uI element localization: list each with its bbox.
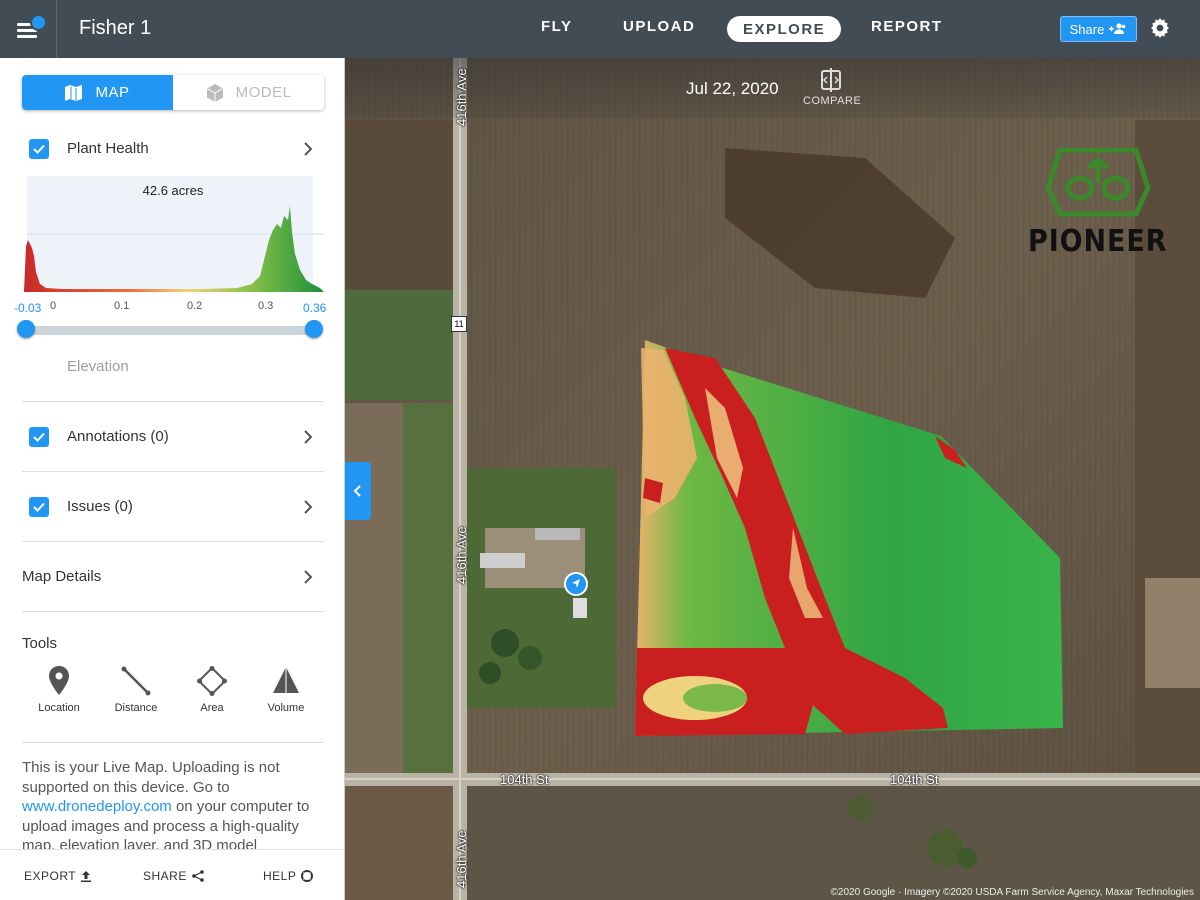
road-label-104th-st: 104th St: [890, 772, 939, 787]
pioneer-logo-icon: [1045, 148, 1151, 217]
tab-upload[interactable]: UPLOAD: [623, 18, 695, 35]
tool-volume[interactable]: Volume: [251, 666, 321, 714]
tool-location[interactable]: Location: [24, 666, 94, 714]
annotations-checkbox[interactable]: [29, 427, 49, 447]
notification-dot: [30, 14, 47, 31]
histogram-tick: 0.1: [114, 300, 130, 312]
divider: [56, 0, 57, 58]
tool-distance[interactable]: Distance: [101, 666, 171, 714]
lifebuoy-icon: [301, 870, 314, 882]
map-details-label: Map Details: [22, 568, 102, 585]
share-nodes-icon: [192, 870, 204, 882]
upload-arrow-icon: [81, 870, 92, 882]
histogram-min-label: -0.03: [14, 301, 42, 315]
divider: [22, 401, 324, 402]
layer-plant-health[interactable]: Plant Health: [22, 129, 324, 169]
histogram-tick: 0.3: [258, 300, 274, 312]
road-label-416th-ave: 416th Ave: [454, 526, 469, 584]
tool-area[interactable]: Area: [177, 666, 247, 714]
chevron-right-icon[interactable]: [302, 429, 314, 445]
export-label: EXPORT: [24, 869, 77, 883]
sidebar: MAP MODEL Plant Health 42.6 acres -0.03 …: [0, 58, 345, 900]
issues-checkbox[interactable]: [29, 497, 49, 517]
histogram-tick: 0.2: [187, 300, 203, 312]
plant-health-checkbox[interactable]: [29, 139, 49, 159]
info-text-part: This is your Live Map. Uploading is not …: [22, 759, 280, 796]
view-toggle: MAP MODEL: [22, 75, 324, 110]
range-slider-min-handle[interactable]: [17, 320, 35, 338]
project-title: Fisher 1: [79, 17, 152, 39]
collapse-sidebar-button[interactable]: [345, 462, 371, 520]
map-view[interactable]: Jul 22, 2020 COMPARE 416th Ave 11 416th …: [345, 58, 1200, 900]
polygon-area-icon: [197, 666, 227, 696]
capture-date[interactable]: Jul 22, 2020: [686, 79, 779, 99]
help-label: HELP: [263, 869, 297, 883]
range-slider-track[interactable]: [26, 326, 314, 335]
histogram-max-label: 0.36: [303, 301, 327, 315]
plant-health-label: Plant Health: [67, 140, 149, 157]
chevron-right-icon[interactable]: [302, 569, 314, 585]
annotations-label: Annotations (0): [67, 428, 169, 445]
road-label-104th-st: 104th St: [500, 772, 549, 787]
map-icon: [65, 84, 83, 101]
compare-icon[interactable]: [819, 68, 843, 92]
sidebar-footer: EXPORT SHARE HELP: [0, 849, 344, 900]
tool-distance-label: Distance: [114, 702, 158, 714]
tab-fly[interactable]: FLY: [541, 18, 572, 35]
layer-elevation-label[interactable]: Elevation: [67, 358, 129, 375]
map-view-label: MAP: [95, 84, 130, 101]
model-view-button[interactable]: MODEL: [173, 75, 324, 110]
chevron-left-icon: [353, 485, 361, 497]
histogram-area-label: 42.6 acres: [142, 183, 204, 198]
chevron-right-icon[interactable]: [302, 141, 314, 157]
road-label-416th-ave: 416th Ave: [454, 68, 469, 126]
share-button[interactable]: Share: [1060, 16, 1137, 42]
pioneer-logo-text: PIONEER: [1028, 224, 1168, 259]
pyramid-volume-icon: [273, 667, 299, 693]
share-footer-button[interactable]: SHARE: [143, 869, 204, 883]
live-map-info-text: This is your Live Map. Uploading is not …: [22, 758, 322, 856]
menu-icon[interactable]: [14, 14, 47, 44]
divider: [22, 611, 324, 612]
current-location-marker[interactable]: [564, 572, 588, 596]
tool-volume-label: Volume: [267, 702, 305, 714]
tool-location-label: Location: [38, 702, 80, 714]
export-button[interactable]: EXPORT: [24, 869, 92, 883]
layer-annotations[interactable]: Annotations (0): [22, 417, 324, 457]
divider: [22, 742, 324, 743]
help-button[interactable]: HELP: [263, 869, 314, 883]
add-people-icon: [1109, 23, 1126, 34]
compare-label[interactable]: COMPARE: [803, 95, 861, 107]
map-details-row[interactable]: Map Details: [22, 557, 324, 597]
navigation-arrow-icon: [572, 579, 580, 588]
location-pin-icon: [49, 666, 69, 695]
share-button-label: Share: [1069, 21, 1105, 37]
layer-issues[interactable]: Issues (0): [22, 487, 324, 527]
cube-icon: [206, 83, 223, 102]
divider: [22, 471, 324, 472]
road-label-416th-ave: 416th Ave: [454, 830, 469, 888]
issues-label: Issues (0): [67, 498, 133, 515]
top-bar: Fisher 1 FLY UPLOAD EXPLORE REPORT Share: [0, 0, 1200, 58]
model-view-label: MODEL: [235, 84, 292, 101]
ruler-line-icon: [121, 666, 151, 696]
map-view-button[interactable]: MAP: [22, 75, 173, 110]
map-attribution: ©2020 Google · Imagery ©2020 USDA Farm S…: [830, 887, 1194, 898]
dronedeploy-link[interactable]: www.dronedeploy.com: [22, 798, 172, 815]
divider: [22, 541, 324, 542]
tab-report[interactable]: REPORT: [871, 18, 943, 35]
share-footer-label: SHARE: [143, 869, 187, 883]
route-shield: 11: [451, 316, 467, 332]
gear-icon[interactable]: [1150, 18, 1170, 38]
plant-health-histogram: 42.6 acres: [22, 176, 324, 292]
chevron-right-icon[interactable]: [302, 499, 314, 515]
range-slider-max-handle[interactable]: [305, 320, 323, 338]
tools-title: Tools: [22, 635, 58, 652]
tool-area-label: Area: [200, 702, 224, 714]
histogram-tick: 0: [50, 300, 57, 312]
tab-explore[interactable]: EXPLORE: [727, 16, 842, 42]
